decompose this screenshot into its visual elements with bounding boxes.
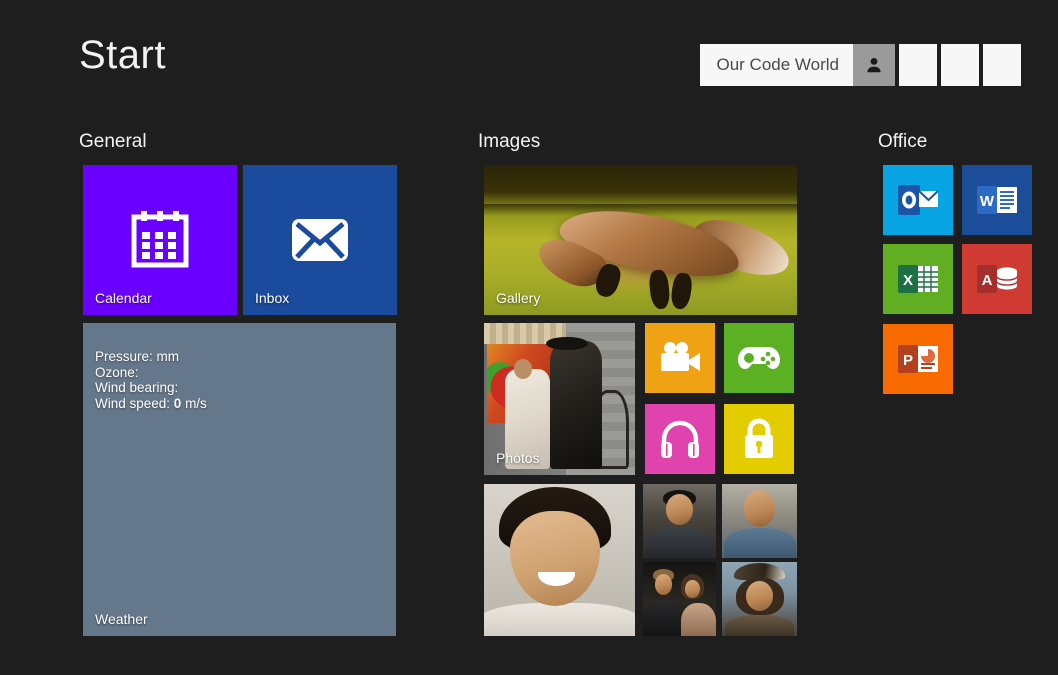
man-in-suit-portrait-photo	[643, 484, 716, 558]
tile-thumbnail-4[interactable]	[722, 562, 797, 636]
pirate-character-portrait-photo	[722, 562, 797, 636]
video-camera-icon	[645, 323, 715, 393]
tile-lock[interactable]	[724, 404, 794, 474]
tile-powerpoint[interactable]: P	[883, 324, 953, 394]
weather-line-wind-bearing: Wind bearing:	[95, 380, 179, 395]
wind-speed-unit: m/s	[181, 395, 207, 411]
tile-photos[interactable]: Photos	[484, 323, 635, 475]
powerpoint-icon: P	[883, 324, 953, 394]
bald-man-in-blue-shirt-photo	[722, 484, 797, 558]
tile-excel[interactable]: X	[883, 244, 953, 314]
weather-line-wind-speed: Wind speed: 0 m/s	[95, 396, 207, 412]
word-icon: W	[962, 165, 1032, 235]
excel-icon: X	[883, 244, 953, 314]
section-title-office: Office	[878, 131, 928, 152]
access-icon: A	[962, 244, 1032, 314]
section-title-images: Images	[478, 131, 541, 152]
tile-label-calendar: Calendar	[95, 290, 152, 306]
header-button-3[interactable]	[983, 44, 1021, 86]
account-name[interactable]: Our Code World	[700, 44, 853, 86]
tile-games[interactable]	[724, 323, 794, 393]
svg-text:X: X	[903, 272, 913, 289]
tile-calendar[interactable]: Calendar	[83, 165, 237, 315]
tile-label-photos: Photos	[496, 450, 540, 466]
tile-music[interactable]	[645, 404, 715, 474]
tile-word[interactable]: W	[962, 165, 1032, 235]
tile-video[interactable]	[645, 323, 715, 393]
page-title: Start	[79, 33, 166, 77]
weather-readout: Pressure: mm Ozone: Wind bearing: Wind s…	[95, 349, 207, 411]
header-button-1[interactable]	[899, 44, 937, 86]
game-controller-icon	[724, 323, 794, 393]
account-bar: Our Code World	[700, 44, 1021, 86]
weather-line-ozone: Ozone:	[95, 364, 139, 380]
header-button-2[interactable]	[941, 44, 979, 86]
smiling-man-portrait-photo	[484, 484, 635, 636]
tile-label-weather: Weather	[95, 611, 148, 627]
section-title-general: General	[79, 131, 147, 152]
tile-inbox[interactable]: Inbox	[243, 165, 397, 315]
headphones-icon	[645, 404, 715, 474]
couple-on-red-carpet-photo	[643, 562, 716, 636]
tile-gallery[interactable]: Gallery	[484, 165, 797, 315]
tile-thumbnail-3[interactable]	[643, 562, 716, 636]
person-icon[interactable]	[853, 44, 895, 86]
tile-portrait-main[interactable]	[484, 484, 635, 636]
tile-thumbnail-2[interactable]	[722, 484, 797, 558]
tile-weather[interactable]: Pressure: mm Ozone: Wind bearing: Wind s…	[83, 323, 396, 636]
svg-text:P: P	[903, 352, 913, 369]
weather-line-pressure: Pressure: mm	[95, 349, 180, 364]
outlook-icon	[883, 165, 953, 235]
tile-label-inbox: Inbox	[255, 290, 290, 306]
tile-thumbnail-1[interactable]	[643, 484, 716, 558]
svg-text:A: A	[982, 272, 993, 289]
padlock-icon	[724, 404, 794, 474]
tile-outlook[interactable]	[883, 165, 953, 235]
tile-access[interactable]: A	[962, 244, 1032, 314]
wind-speed-prefix: Wind speed:	[95, 395, 174, 411]
tile-label-gallery: Gallery	[496, 290, 541, 306]
svg-text:W: W	[980, 193, 995, 210]
